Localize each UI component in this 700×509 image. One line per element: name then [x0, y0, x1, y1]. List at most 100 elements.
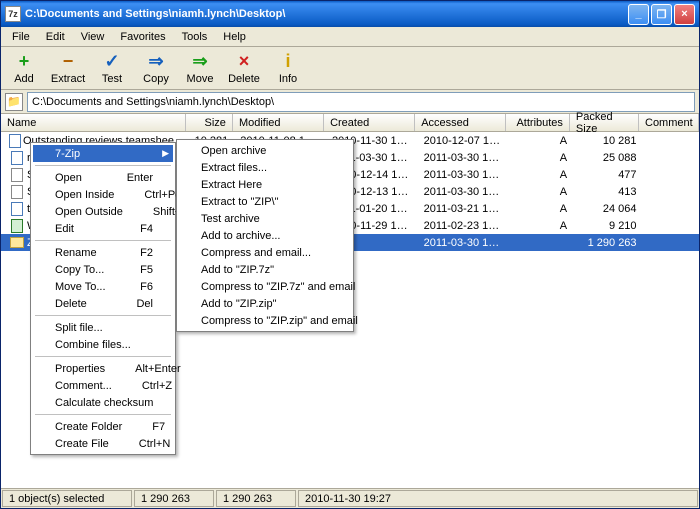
submenu-item[interactable]: Add to "ZIP.7z": [179, 261, 351, 278]
tool-label: Extract: [51, 73, 85, 85]
menu-item[interactable]: PropertiesAlt+Enter: [33, 360, 173, 377]
tool-label: Test: [102, 73, 122, 85]
menu-edit[interactable]: Edit: [39, 29, 72, 45]
tool-label: Delete: [228, 73, 260, 85]
header-attributes[interactable]: Attributes: [506, 114, 570, 131]
context-menu: 7-Zip ▶ OpenEnterOpen InsideCtrl+PgDnOpe…: [30, 142, 176, 455]
move-icon: ⇒: [190, 52, 210, 72]
menu-tools[interactable]: Tools: [175, 29, 215, 45]
header-modified[interactable]: Modified: [233, 114, 324, 131]
header-created[interactable]: Created: [324, 114, 415, 131]
file-attr: A: [509, 186, 573, 198]
menu-item[interactable]: Create FileCtrl+N: [33, 435, 173, 452]
file-accessed: 2011-03-30 19:01: [418, 186, 510, 198]
tool-extract[interactable]: −Extract: [49, 50, 87, 87]
status-selected: 1 object(s) selected: [2, 490, 132, 507]
menu-label: Open: [55, 172, 97, 184]
menu-label: Create File: [55, 438, 109, 450]
submenu-item[interactable]: Compress to "ZIP.7z" and email: [179, 278, 351, 295]
menu-shortcut: F5: [140, 264, 153, 276]
menu-item[interactable]: Delete Del: [33, 295, 173, 312]
menu-item[interactable]: Split file...: [33, 319, 173, 336]
menu-separator: [35, 414, 171, 415]
submenu-item[interactable]: Compress to "ZIP.zip" and email: [179, 312, 351, 329]
titlebar: 7z C:\Documents and Settings\niamh.lynch…: [1, 1, 699, 27]
menu-item[interactable]: Open InsideCtrl+PgDn: [33, 186, 173, 203]
menu-label: Compress to "ZIP.zip" and email: [201, 315, 358, 327]
submenu-item[interactable]: Add to "ZIP.zip": [179, 295, 351, 312]
close-button[interactable]: ×: [674, 4, 695, 25]
menu-separator: [35, 165, 171, 166]
add-icon: +: [14, 52, 34, 72]
menu-label: Extract Here: [201, 179, 331, 191]
menu-separator: [35, 240, 171, 241]
statusbar: 1 object(s) selected 1 290 263 1 290 263…: [1, 488, 699, 508]
menu-shortcut: F4: [140, 223, 153, 235]
menu-label: Calculate checksum: [55, 397, 153, 409]
submenu-item[interactable]: Add to archive...: [179, 227, 351, 244]
menu-label: Add to "ZIP.zip": [201, 298, 331, 310]
menu-file[interactable]: File: [5, 29, 37, 45]
menu-separator: [35, 356, 171, 357]
menu-item[interactable]: Copy To...F5: [33, 261, 173, 278]
menu-item[interactable]: OpenEnter: [33, 169, 173, 186]
submenu-7zip: Open archiveExtract files... Extract Here…: [176, 139, 354, 332]
menu-item[interactable]: Combine files...: [33, 336, 173, 353]
tool-copy[interactable]: ⇒Copy: [137, 50, 175, 87]
copy-icon: ⇒: [146, 52, 166, 72]
menu-item[interactable]: RenameF2: [33, 244, 173, 261]
test-icon: ✓: [102, 52, 122, 72]
menu-item[interactable]: Create FolderF7: [33, 418, 173, 435]
file-packed: 9 210: [573, 220, 642, 232]
menu-help[interactable]: Help: [216, 29, 253, 45]
minimize-button[interactable]: _: [628, 4, 649, 25]
address-input[interactable]: [27, 92, 695, 112]
tool-delete[interactable]: ×Delete: [225, 50, 263, 87]
tool-test[interactable]: ✓Test: [93, 50, 131, 87]
file-attr: A: [509, 169, 573, 181]
tool-add[interactable]: +Add: [5, 50, 43, 87]
menu-shortcut: F7: [152, 421, 165, 433]
header-name[interactable]: Name: [1, 114, 186, 131]
submenu-item[interactable]: Extract to "ZIP\": [179, 193, 351, 210]
file-attr: A: [509, 220, 573, 232]
tool-info[interactable]: iInfo: [269, 50, 307, 87]
header-packed[interactable]: Packed Size: [570, 114, 639, 131]
menu-item[interactable]: Comment...Ctrl+Z: [33, 377, 173, 394]
file-icon: [9, 201, 25, 217]
menu-shortcut: Del: [136, 298, 153, 310]
window-title: C:\Documents and Settings\niamh.lynch\De…: [25, 8, 628, 20]
menu-view[interactable]: View: [74, 29, 112, 45]
header-comment[interactable]: Comment: [639, 114, 699, 131]
menu-label: Combine files...: [55, 339, 153, 351]
maximize-button[interactable]: ❐: [651, 4, 672, 25]
tool-move[interactable]: ⇒Move: [181, 50, 219, 87]
header-size[interactable]: Size: [186, 114, 233, 131]
submenu-item[interactable]: Compress and email...: [179, 244, 351, 261]
extract-icon: −: [58, 52, 78, 72]
submenu-item[interactable]: Test archive: [179, 210, 351, 227]
submenu-item[interactable]: Extract Here: [179, 176, 351, 193]
header-accessed[interactable]: Accessed: [415, 114, 506, 131]
menu-favorites[interactable]: Favorites: [113, 29, 172, 45]
status-size1: 1 290 263: [134, 490, 214, 507]
menu-item-7zip[interactable]: 7-Zip ▶: [33, 145, 173, 162]
menu-label: Comment...: [55, 380, 112, 392]
up-button[interactable]: 📁: [5, 93, 23, 111]
file-packed: 413: [573, 186, 642, 198]
submenu-item[interactable]: Open archive: [179, 142, 351, 159]
toolbar: +Add−Extract✓Test⇒Copy⇒Move×DeleteiInfo: [1, 47, 699, 90]
app-icon: 7z: [5, 6, 21, 22]
file-list[interactable]: Outstanding reviews teamshee...10 281201…: [1, 132, 699, 488]
file-accessed: 2010-12-07 19:11: [418, 135, 510, 147]
file-accessed: 2011-03-30 18:59: [418, 169, 510, 181]
menu-item[interactable]: Open OutsideShift+Enter: [33, 203, 173, 220]
file-icon: [9, 150, 25, 166]
menu-label: Delete: [55, 298, 106, 310]
submenu-item[interactable]: Extract files...: [179, 159, 351, 176]
menu-item[interactable]: Move To...F6: [33, 278, 173, 295]
submenu-arrow-icon: ▶: [162, 148, 169, 159]
menu-item[interactable]: Calculate checksum: [33, 394, 173, 411]
menu-label: Compress and email...: [201, 247, 331, 259]
menu-item[interactable]: EditF4: [33, 220, 173, 237]
